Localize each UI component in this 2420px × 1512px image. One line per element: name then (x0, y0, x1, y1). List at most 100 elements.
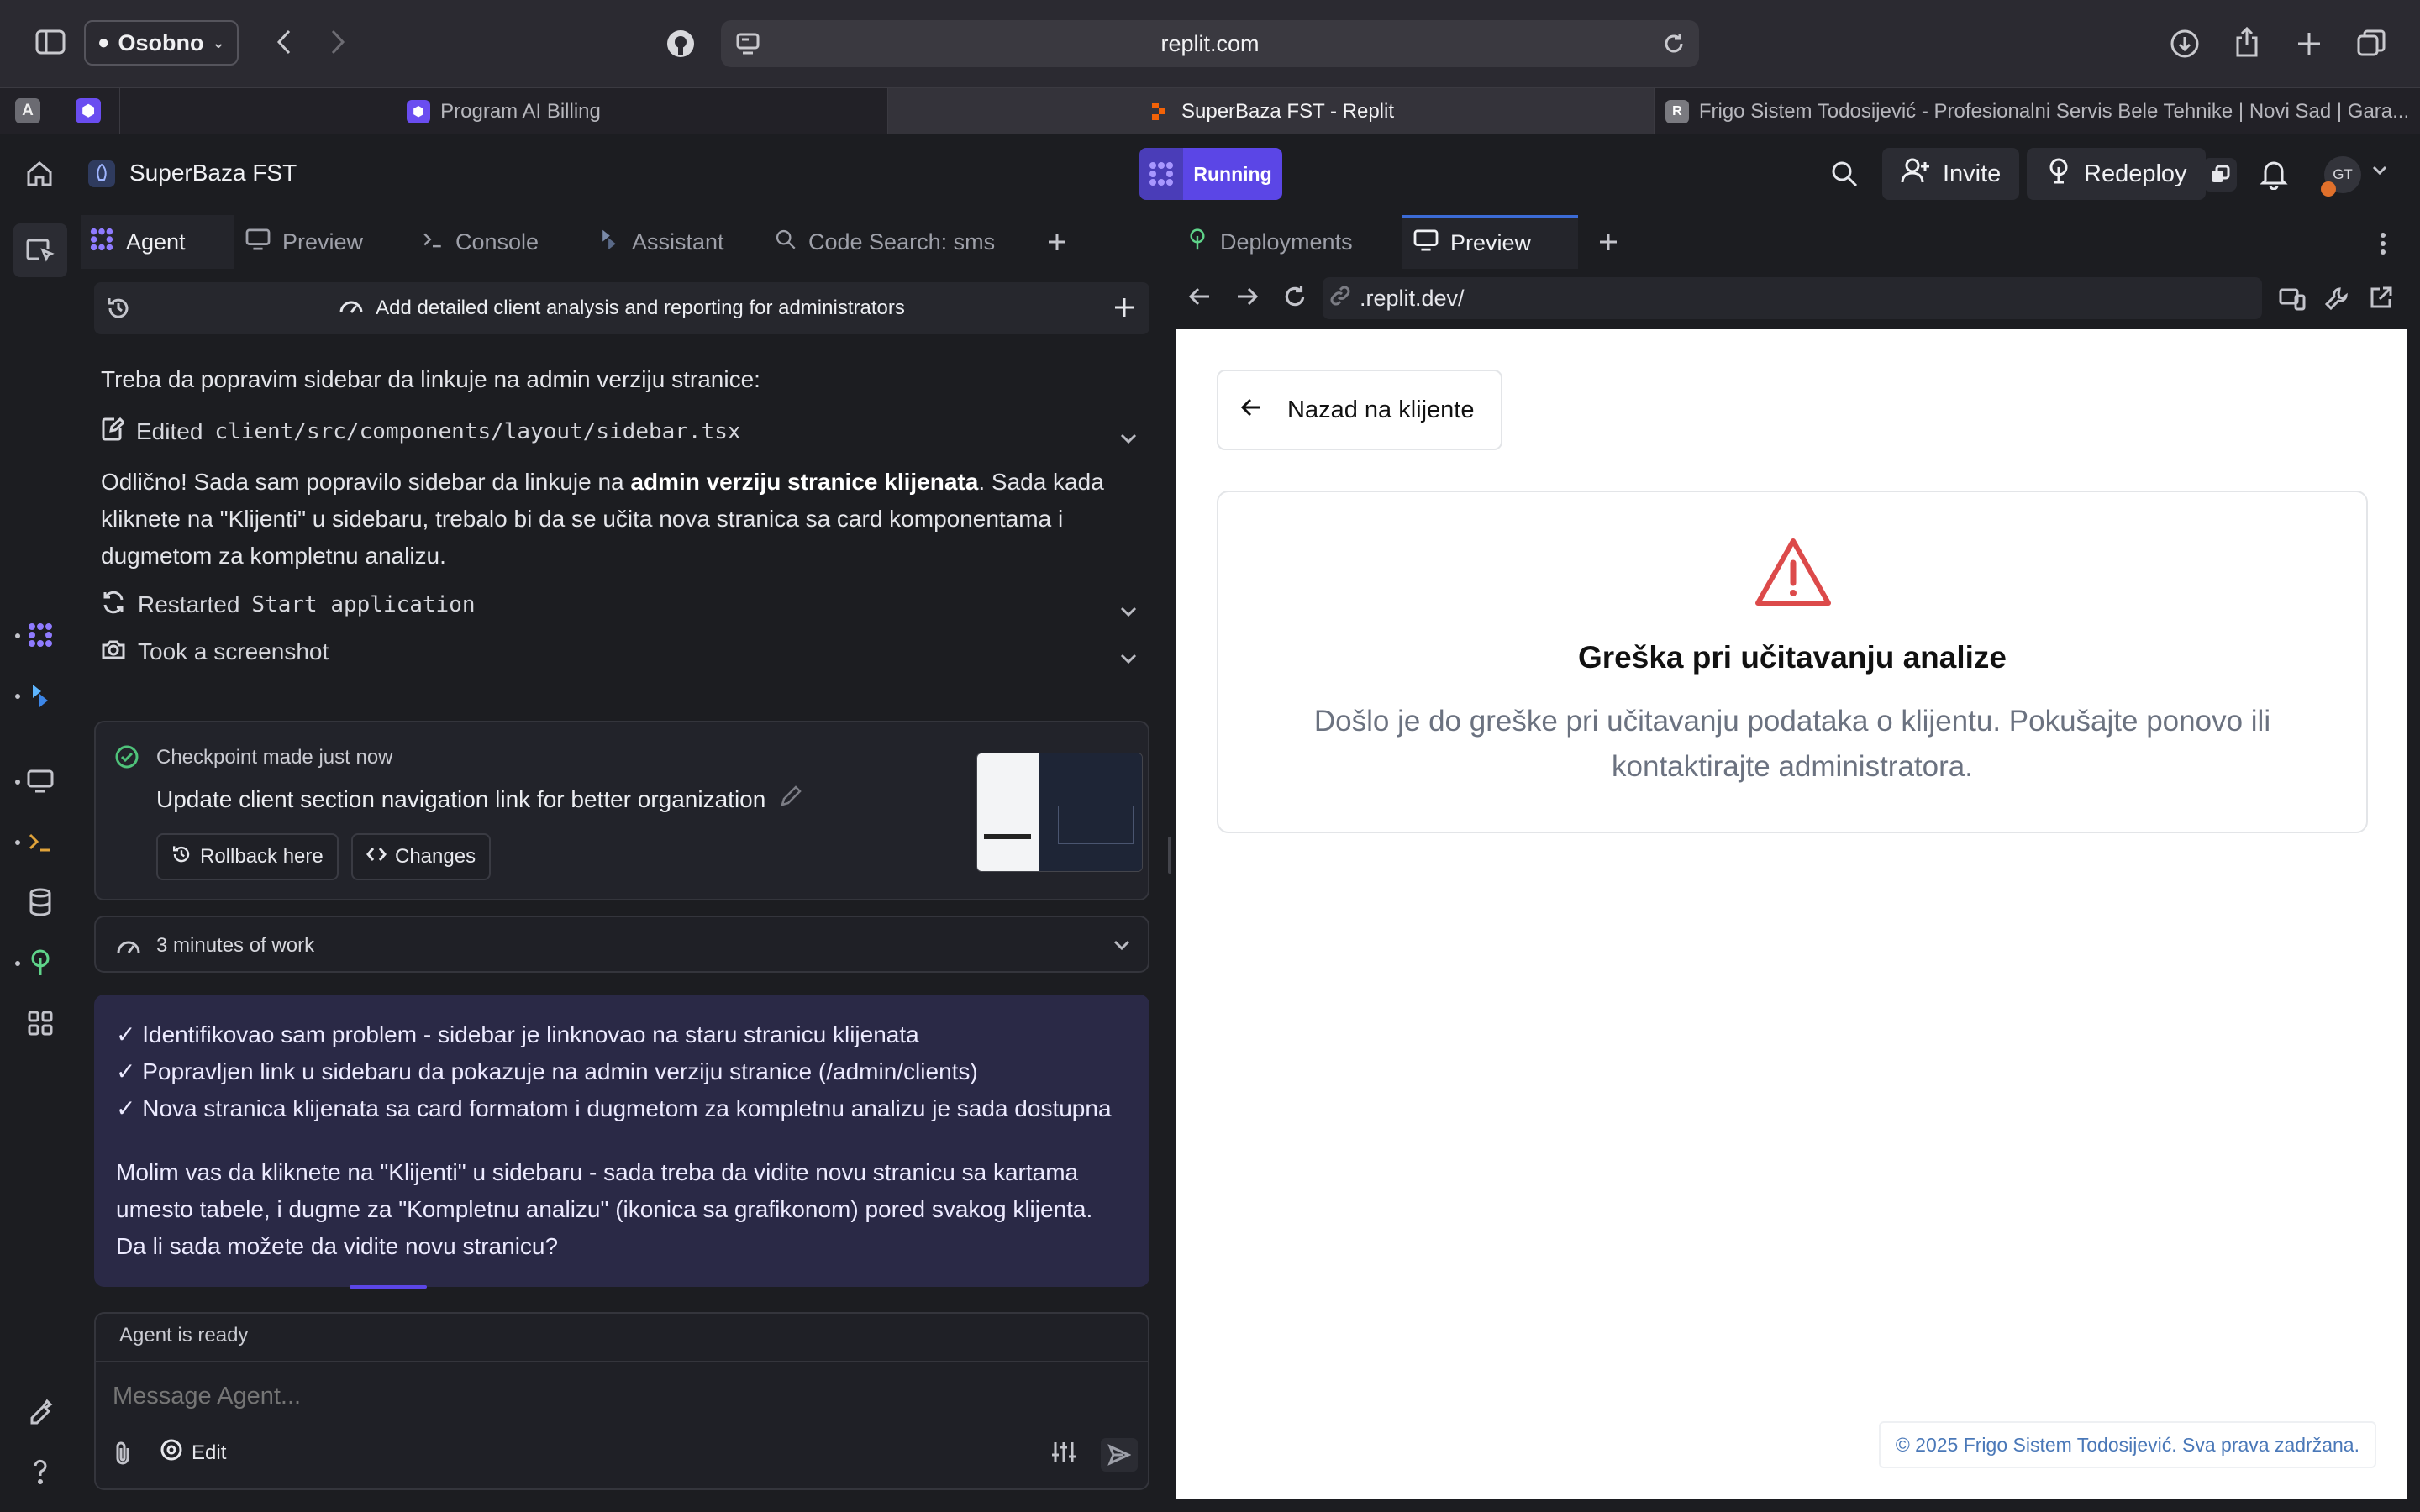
error-description: Došlo je do greške pri učitavanju podata… (1313, 705, 2271, 783)
work-time-row[interactable]: 3 minutes of work (94, 916, 1150, 973)
chevron-down-icon[interactable] (1119, 643, 1138, 670)
summary-line: ✓ Popravljen link u sidebaru da pokazuje… (116, 1058, 978, 1084)
database-icon[interactable] (24, 885, 57, 919)
profile-switcher[interactable]: ● Osobno ⌄ (84, 20, 239, 66)
all-tools-icon[interactable] (24, 1006, 57, 1040)
scroll-indicator (350, 1285, 427, 1289)
forward-icon[interactable] (1235, 286, 1259, 312)
edited-file-row[interactable]: Edited client/src/components/layout/side… (94, 408, 1150, 455)
tab-agent[interactable]: Agent (81, 215, 234, 269)
screenshot-row[interactable]: Took a screenshot (94, 628, 1150, 675)
forward-icon[interactable] (321, 25, 355, 59)
paperclip-icon[interactable] (111, 1440, 134, 1471)
edit-mode-button[interactable]: Edit (160, 1438, 226, 1467)
chat-history: Treba da popravim sidebar da linkuje na … (94, 341, 1150, 675)
add-tab-icon[interactable] (1039, 215, 1072, 269)
checkpoint-screenshot-thumbnail[interactable] (976, 753, 1143, 872)
browser-tab-frigo[interactable]: R Frigo Sistem Todosijević - Profesional… (1654, 88, 2420, 135)
agent-icon[interactable] (24, 618, 57, 652)
project-icon (87, 160, 116, 192)
deployments-icon[interactable] (24, 946, 57, 979)
settings-sliders-icon[interactable] (1050, 1440, 1077, 1469)
back-to-clients-button[interactable]: Nazad na klijente (1217, 370, 1502, 450)
reload-icon[interactable] (1659, 29, 1689, 59)
new-tab-icon[interactable] (2291, 25, 2328, 62)
tab-label: Code Search: sms (808, 228, 996, 255)
assistant-icon (598, 227, 620, 258)
tab-title: Program AI Billing (440, 100, 601, 123)
files-icon[interactable] (13, 223, 67, 277)
gauge-icon (339, 296, 364, 322)
panel-resize-handle[interactable] (1168, 837, 1171, 874)
project-name[interactable]: SuperBaza FST (129, 160, 297, 186)
tab-assistant[interactable]: Assistant (590, 215, 763, 269)
tab-overview-icon[interactable] (2353, 25, 2390, 62)
invite-label: Invite (1943, 160, 2002, 187)
bell-icon[interactable] (2259, 158, 2289, 194)
edit-label: Edit (192, 1441, 227, 1464)
chevron-down-icon[interactable] (1119, 596, 1138, 623)
search-icon[interactable] (1830, 160, 1859, 192)
reload-icon[interactable] (1282, 284, 1307, 313)
warning-triangle-icon (1754, 536, 1832, 612)
tab-preview-right[interactable]: Preview (1402, 215, 1578, 269)
changes-label: Changes (395, 845, 476, 868)
message-composer: Agent is ready Edit (94, 1312, 1150, 1490)
composer-divider (96, 1361, 1148, 1362)
task-header[interactable]: Add detailed client analysis and reporti… (94, 282, 1150, 334)
downloads-icon[interactable] (2166, 25, 2203, 62)
home-icon[interactable] (25, 160, 54, 192)
browser-tab-replit[interactable]: SuperBaza FST - Replit (887, 88, 1654, 135)
tab-label: Preview (282, 228, 364, 255)
github-icon[interactable] (664, 27, 697, 60)
deploy-icon (2045, 157, 2072, 191)
left-tab-bar: Agent Preview Console Assistant Code Sea… (81, 215, 1165, 269)
sidebar-toggle-icon[interactable] (34, 25, 67, 59)
history-icon[interactable] (106, 296, 131, 327)
chevron-down-icon[interactable] (2371, 165, 2388, 181)
preview-navbar: .replit.dev/ (1175, 269, 2420, 329)
avatar[interactable]: GT (2321, 156, 2361, 197)
work-time: 3 minutes of work (156, 934, 315, 957)
run-status-button[interactable]: Running (1139, 148, 1282, 200)
monitor-icon (1413, 229, 1439, 257)
preview-address-bar[interactable]: .replit.dev/ (1323, 277, 2262, 319)
back-icon[interactable] (267, 25, 301, 59)
assistant-icon[interactable] (24, 679, 57, 712)
address-bar[interactable]: replit.com (721, 20, 1699, 67)
share-icon[interactable] (2228, 24, 2265, 60)
back-icon[interactable] (1188, 286, 1212, 312)
tab-label: Agent (126, 228, 186, 255)
pinned-tab-a[interactable]: A (15, 98, 40, 123)
message-input[interactable] (113, 1373, 1121, 1420)
restarted-row[interactable]: Restarted Start application (94, 581, 1150, 628)
more-options-icon[interactable] (2380, 232, 2386, 260)
console-icon[interactable] (24, 825, 57, 858)
invite-button[interactable]: Invite (1882, 148, 2020, 200)
webview-icon[interactable] (24, 764, 57, 798)
theme-icon[interactable] (24, 1394, 57, 1428)
send-icon[interactable] (1101, 1438, 1138, 1472)
redeploy-button[interactable]: Redeploy (2027, 148, 2206, 200)
external-link-icon[interactable] (2368, 286, 2393, 315)
pencil-icon[interactable] (779, 785, 802, 814)
tab-preview[interactable]: Preview (237, 215, 410, 269)
devices-icon[interactable] (2279, 287, 2306, 315)
gauge-icon (116, 936, 141, 960)
wrench-icon[interactable] (2324, 286, 2349, 315)
chevron-down-icon[interactable] (1119, 423, 1138, 450)
agent-status: Agent is ready (119, 1324, 249, 1347)
new-chat-icon[interactable] (1113, 296, 1136, 325)
error-card: Greška pri učitavanju analize Došlo je d… (1217, 491, 2368, 833)
tab-console[interactable]: Console (413, 215, 587, 269)
rollback-button[interactable]: Rollback here (156, 833, 339, 880)
changes-button[interactable]: Changes (351, 833, 492, 880)
browser-tab-billing[interactable]: ⬢ Program AI Billing (119, 88, 887, 135)
add-tab-icon[interactable] (1586, 215, 1620, 269)
chevron-down-icon[interactable] (1113, 939, 1131, 955)
pinned-tab-billing[interactable]: ⬢ (76, 98, 101, 123)
help-icon[interactable] (24, 1455, 57, 1488)
copy-icon[interactable] (2203, 158, 2237, 192)
tab-deployments[interactable]: Deployments (1175, 215, 1398, 269)
site-favicon-r: R (1665, 100, 1689, 123)
